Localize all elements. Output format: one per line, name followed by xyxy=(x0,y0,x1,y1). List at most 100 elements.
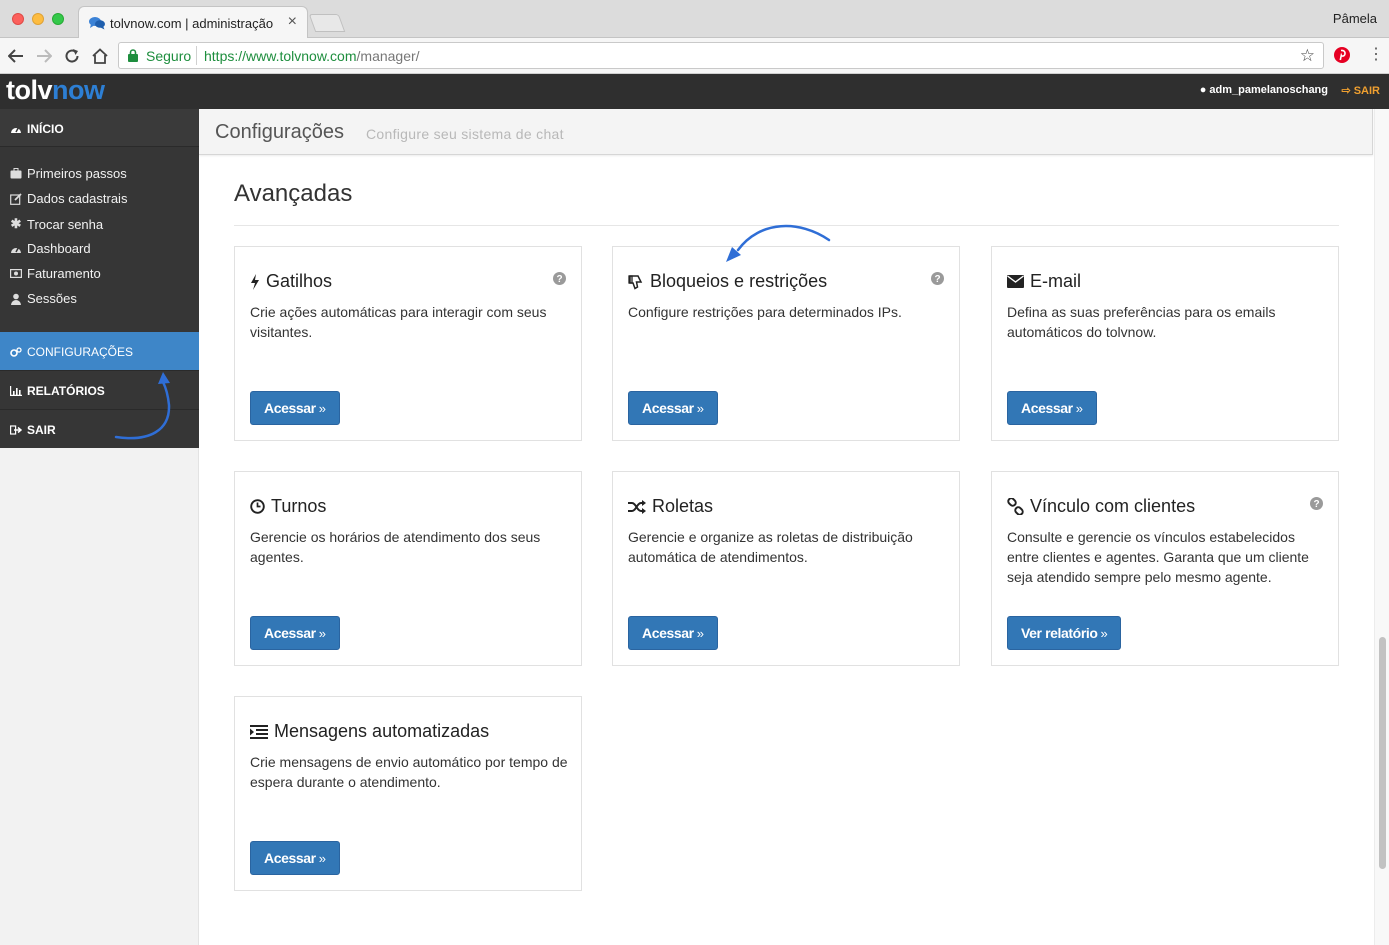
sidebar-item-inicio[interactable]: INÍCIO xyxy=(0,109,199,147)
chevron-right-icon: » xyxy=(318,850,326,866)
sidebar-submenu: Primeiros passos Dados cadastrais ✱ Troc… xyxy=(0,147,199,332)
sidebar-item-label: SAIR xyxy=(27,423,56,437)
sidebar-item-dashboard[interactable]: Dashboard xyxy=(10,241,91,256)
tab-close-icon[interactable]: × xyxy=(288,13,297,31)
logo-part1: tolv xyxy=(6,75,53,105)
chevron-right-icon: » xyxy=(696,625,704,641)
sidebar-item-label: Dashboard xyxy=(27,241,91,256)
card-button-bloqueios[interactable]: Acessar» xyxy=(628,391,718,425)
help-icon[interactable]: ? xyxy=(931,272,944,290)
link-icon xyxy=(1007,498,1024,515)
svg-text:?: ? xyxy=(934,274,940,285)
vertical-scrollbar[interactable] xyxy=(1374,109,1389,945)
lock-icon xyxy=(128,49,138,67)
chat-bubbles-icon xyxy=(89,16,105,35)
random-icon xyxy=(628,499,646,514)
page-title: Configurações xyxy=(215,121,344,143)
button-label: Acessar xyxy=(642,400,694,416)
svg-text:?: ? xyxy=(556,274,562,285)
sidebar: INÍCIO Primeiros passos Dados cadastrais… xyxy=(0,109,199,945)
sidebar-item-relatorios[interactable]: RELATÓRIOS xyxy=(0,370,199,409)
url-text[interactable]: https://www.tolvnow.com/manager/ xyxy=(204,48,420,64)
browser-tab-bar: tolvnow.com | administração × Pâmela xyxy=(0,0,1389,39)
url-host: https://www.tolvnow.com xyxy=(204,48,357,64)
button-label: Ver relatório xyxy=(1021,625,1098,641)
new-tab-button[interactable] xyxy=(308,14,346,32)
bolt-icon xyxy=(251,273,259,290)
button-label: Acessar xyxy=(264,850,316,866)
forward-arrow-icon[interactable] xyxy=(32,44,56,68)
tolvnow-logo[interactable]: tolvnow xyxy=(6,75,105,106)
browser-toolbar: Seguro https://www.tolvnow.com/manager/ … xyxy=(0,38,1389,74)
sidebar-item-label: Primeiros passos xyxy=(27,166,127,181)
briefcase-icon xyxy=(10,168,22,179)
sidebar-item-configuracoes[interactable]: CONFIGURAÇÕES xyxy=(0,332,199,370)
card-button-email[interactable]: Acessar» xyxy=(1007,391,1097,425)
card-description: Defina as suas preferências para os emai… xyxy=(1007,304,1276,340)
envelope-icon xyxy=(1007,275,1024,288)
card-button-mensagens[interactable]: Acessar» xyxy=(250,841,340,875)
user-menu[interactable]: ● adm_pamelanoschang xyxy=(1200,84,1328,96)
sidebar-item-label: Sessões xyxy=(27,291,77,306)
header-logout-link[interactable]: ⇨ SAIR xyxy=(1341,84,1380,97)
card-title: Gatilhos xyxy=(266,271,333,291)
reload-icon[interactable] xyxy=(60,44,84,68)
sidebar-item-sair[interactable]: SAIR xyxy=(0,409,199,448)
username: adm_pamelanoschang xyxy=(1209,84,1328,96)
card-bloqueios: Bloqueios e restrições ? Configure restr… xyxy=(612,246,960,441)
pinterest-extension-icon[interactable] xyxy=(1333,46,1351,69)
clock-icon xyxy=(250,499,265,514)
close-window-button[interactable] xyxy=(12,13,24,25)
sidebar-item-dados-cadastrais[interactable]: Dados cadastrais xyxy=(10,191,127,206)
url-bar[interactable]: Seguro https://www.tolvnow.com/manager/ … xyxy=(118,42,1324,69)
card-title: E-mail xyxy=(1030,271,1082,291)
sidebar-item-sessoes[interactable]: Sessões xyxy=(10,291,77,306)
home-icon[interactable] xyxy=(88,44,112,68)
sidebar-item-label: CONFIGURAÇÕES xyxy=(27,345,134,359)
bookmark-star-icon[interactable]: ☆ xyxy=(1300,46,1315,66)
section-divider xyxy=(234,225,1339,226)
help-icon[interactable]: ? xyxy=(1310,497,1323,515)
button-label: Acessar xyxy=(264,400,316,416)
chevron-right-icon: » xyxy=(696,400,704,416)
card-vinculo: Vínculo com clientes ? Consulte e gerenc… xyxy=(991,471,1339,666)
button-label: Acessar xyxy=(1021,400,1073,416)
card-button-turnos[interactable]: Acessar» xyxy=(250,616,340,650)
chevron-right-icon: » xyxy=(318,625,326,641)
edit-icon xyxy=(10,192,22,205)
browser-menu-icon[interactable]: ⋮ xyxy=(1368,47,1384,63)
asterisk-icon: ✱ xyxy=(10,216,22,231)
sidebar-item-label: INÍCIO xyxy=(27,122,64,136)
card-email: E-mail Defina as suas preferências para … xyxy=(991,246,1339,441)
card-button-roletas[interactable]: Acessar» xyxy=(628,616,718,650)
card-description: Gerencie os horários de atendimento dos … xyxy=(250,529,541,565)
sidebar-item-trocar-senha[interactable]: ✱ Trocar senha xyxy=(10,216,104,232)
chevron-right-icon: » xyxy=(1100,625,1108,641)
sidebar-item-primeiros-passos[interactable]: Primeiros passos xyxy=(10,166,127,181)
card-description: Gerencie e organize as roletas de distri… xyxy=(628,529,913,565)
chevron-right-icon: » xyxy=(318,400,326,416)
tab-title: tolvnow.com | administração xyxy=(110,16,274,31)
maximize-window-button[interactable] xyxy=(52,13,64,25)
card-button-gatilhos[interactable]: Acessar» xyxy=(250,391,340,425)
minimize-window-button[interactable] xyxy=(32,13,44,25)
scrollbar-thumb[interactable] xyxy=(1379,637,1386,869)
chevron-right-icon: » xyxy=(1075,400,1083,416)
help-icon[interactable]: ? xyxy=(553,272,566,290)
dashboard-icon xyxy=(11,246,21,253)
card-button-vinculo[interactable]: Ver relatório» xyxy=(1007,616,1122,650)
sign-out-icon xyxy=(10,425,22,435)
bar-chart-icon xyxy=(10,386,22,396)
card-title: Bloqueios e restrições xyxy=(650,271,828,291)
url-divider xyxy=(196,46,197,65)
page-header: Configurações Configure seu sistema de c… xyxy=(199,109,1373,155)
card-description: Crie ações automáticas para interagir co… xyxy=(250,304,547,340)
card-title: Mensagens automatizadas xyxy=(274,721,490,741)
sidebar-item-faturamento[interactable]: Faturamento xyxy=(10,266,101,281)
browser-profile-name[interactable]: Pâmela xyxy=(1333,11,1377,26)
card-mensagens: Mensagens automatizadas Crie mensagens d… xyxy=(234,696,582,891)
browser-tab[interactable]: tolvnow.com | administração × xyxy=(78,6,308,39)
cogs-icon xyxy=(10,347,22,357)
user-icon xyxy=(11,293,21,305)
back-arrow-icon[interactable] xyxy=(4,44,28,68)
